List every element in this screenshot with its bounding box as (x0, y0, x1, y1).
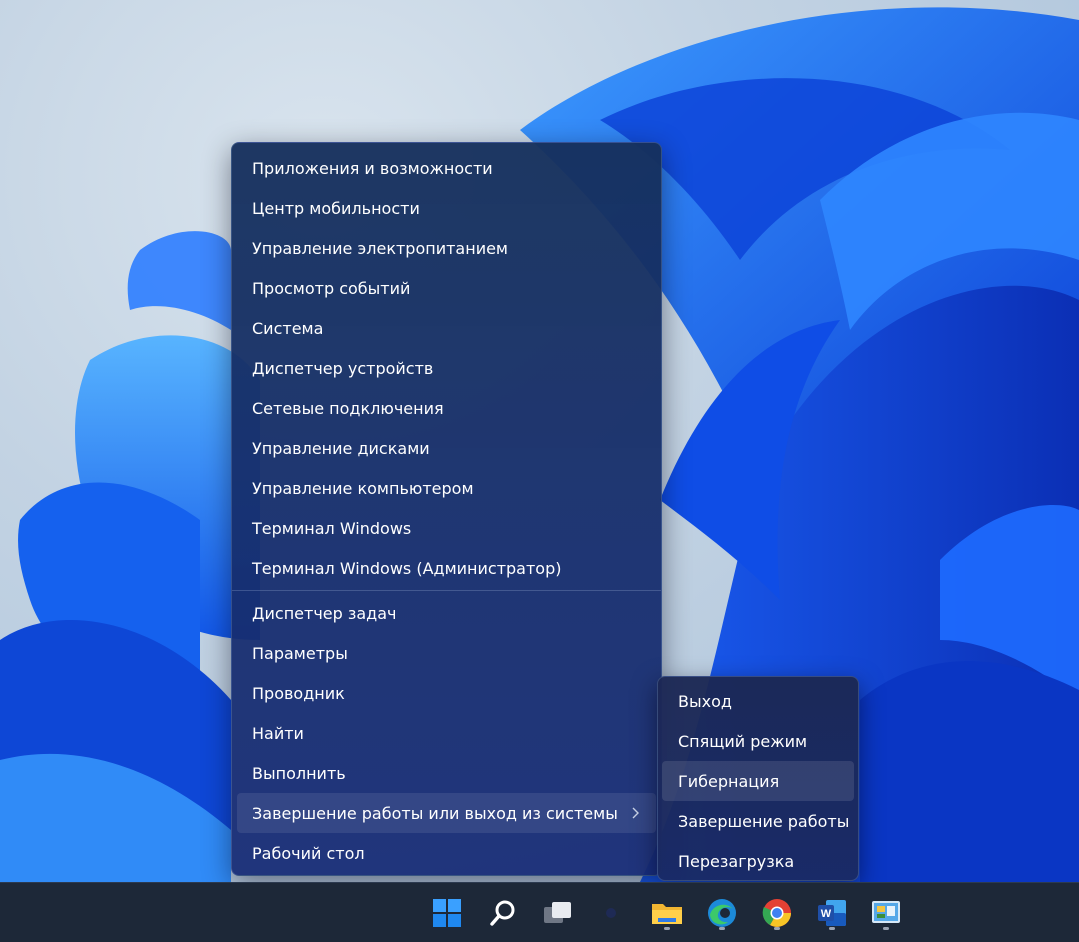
submenu-item-label: Спящий режим (678, 731, 808, 751)
menu-item-network-connections[interactable]: Сетевые подключения (237, 388, 656, 428)
running-indicator (774, 927, 780, 930)
submenu-item-label: Завершение работы (678, 811, 850, 831)
menu-item-label: Приложения и возможности (252, 158, 493, 178)
menu-item-label: Параметры (252, 643, 348, 663)
menu-item-label: Проводник (252, 683, 345, 703)
start-icon (433, 899, 461, 927)
menu-item-label: Терминал Windows (Администратор) (252, 558, 562, 578)
chrome-icon (762, 899, 791, 927)
menu-item-shutdown-signout[interactable]: Завершение работы или выход из системы (237, 793, 656, 833)
menu-item-label: Найти (252, 723, 304, 743)
menu-item-run[interactable]: Выполнить (237, 753, 656, 793)
menu-item-label: Центр мобильности (252, 198, 420, 218)
submenu-item-restart[interactable]: Перезагрузка (662, 841, 854, 881)
submenu-item-shut-down[interactable]: Завершение работы (662, 801, 854, 841)
menu-item-power-options[interactable]: Управление электропитанием (237, 228, 656, 268)
winx-context-menu: Приложения и возможности Центр мобильнос… (231, 142, 662, 876)
submenu-item-label: Перезагрузка (678, 851, 795, 871)
menu-item-label: Управление дисками (252, 438, 430, 458)
submenu-item-sleep[interactable]: Спящий режим (662, 721, 854, 761)
menu-item-mobility-center[interactable]: Центр мобильности (237, 188, 656, 228)
running-indicator (829, 927, 835, 930)
menu-item-computer-management[interactable]: Управление компьютером (237, 468, 656, 508)
word-icon: W (818, 900, 846, 926)
shutdown-submenu: Выход Спящий режим Гибернация Завершение… (657, 676, 859, 881)
submenu-item-hibernate[interactable]: Гибернация (662, 761, 854, 801)
menu-item-apps-features[interactable]: Приложения и возможности (237, 148, 656, 188)
menu-item-label: Управление электропитанием (252, 238, 508, 258)
running-indicator (664, 927, 670, 930)
edge-icon (708, 899, 736, 927)
running-indicator (883, 927, 889, 930)
running-indicator (719, 927, 725, 930)
menu-item-label: Терминал Windows (252, 518, 412, 538)
menu-item-windows-terminal[interactable]: Терминал Windows (237, 508, 656, 548)
menu-item-settings[interactable]: Параметры (237, 633, 656, 673)
menu-item-label: Завершение работы или выход из системы (252, 803, 618, 823)
search-button[interactable] (483, 893, 523, 933)
menu-item-label: Диспетчер задач (252, 603, 397, 623)
menu-item-label: Управление компьютером (252, 478, 474, 498)
menu-item-label: Рабочий стол (252, 843, 365, 863)
submenu-item-label: Гибернация (678, 771, 780, 791)
widgets-button[interactable] (591, 893, 631, 933)
svg-text:W: W (821, 908, 832, 920)
submenu-item-sign-out[interactable]: Выход (662, 681, 854, 721)
menu-item-label: Просмотр событий (252, 278, 411, 298)
search-icon (490, 900, 515, 926)
menu-item-desktop[interactable]: Рабочий стол (237, 833, 656, 873)
task-view-icon (544, 902, 571, 923)
start-button[interactable] (427, 893, 467, 933)
menu-item-event-viewer[interactable]: Просмотр событий (237, 268, 656, 308)
menu-item-file-explorer[interactable]: Проводник (237, 673, 656, 713)
menu-item-system[interactable]: Система (237, 308, 656, 348)
menu-separator (232, 590, 661, 591)
menu-item-windows-terminal-admin[interactable]: Терминал Windows (Администратор) (237, 548, 656, 588)
menu-item-label: Выполнить (252, 763, 346, 783)
menu-item-disk-management[interactable]: Управление дисками (237, 428, 656, 468)
file-explorer-icon (652, 904, 682, 924)
menu-item-task-manager[interactable]: Диспетчер задач (237, 593, 656, 633)
chrome-button[interactable] (757, 893, 797, 933)
chevron-right-icon (632, 807, 639, 819)
edge-button[interactable] (702, 893, 742, 933)
widgets-icon (606, 908, 616, 918)
menu-item-label: Сетевые подключения (252, 398, 444, 418)
control-panel-icon (872, 901, 900, 923)
menu-item-label: Система (252, 318, 324, 338)
file-explorer-button[interactable] (647, 893, 687, 933)
menu-item-label: Диспетчер устройств (252, 358, 434, 378)
taskbar: W (0, 882, 1079, 942)
submenu-item-label: Выход (678, 691, 732, 711)
menu-item-search[interactable]: Найти (237, 713, 656, 753)
word-button[interactable]: W (812, 893, 852, 933)
menu-item-device-manager[interactable]: Диспетчер устройств (237, 348, 656, 388)
control-panel-button[interactable] (866, 893, 906, 933)
task-view-button[interactable] (537, 893, 577, 933)
